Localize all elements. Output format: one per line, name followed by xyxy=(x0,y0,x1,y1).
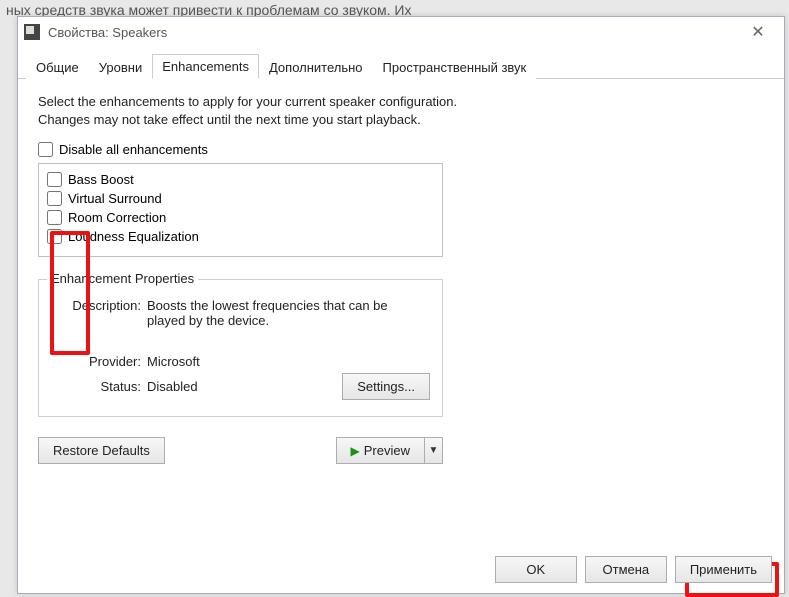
preview-label: Preview xyxy=(364,443,410,458)
tab-general[interactable]: Общие xyxy=(26,55,89,79)
enhancement-label: Loudness Equalization xyxy=(68,229,199,244)
close-button[interactable]: ✕ xyxy=(738,18,778,46)
list-item[interactable]: Room Correction xyxy=(47,208,434,227)
list-item[interactable]: Bass Boost xyxy=(47,170,434,189)
tab-spatial-sound[interactable]: Пространственный звук xyxy=(373,55,537,79)
ok-button[interactable]: OK xyxy=(495,556,577,583)
disable-all-label: Disable all enhancements xyxy=(59,142,208,157)
description-value: Boosts the lowest frequencies that can b… xyxy=(147,298,427,328)
tab-levels[interactable]: Уровни xyxy=(89,55,152,79)
properties-legend: Enhancement Properties xyxy=(47,271,198,286)
description-label: Description: xyxy=(51,298,141,328)
app-icon xyxy=(24,24,40,40)
enhancement-label: Room Correction xyxy=(68,210,166,225)
play-icon: ▶ xyxy=(351,444,360,458)
preview-dropdown[interactable]: ▼ xyxy=(425,437,443,464)
dialog-button-row: OK Отмена Применить xyxy=(495,556,772,583)
tab-advanced[interactable]: Дополнительно xyxy=(259,55,373,79)
enhancement-label: Virtual Surround xyxy=(68,191,162,206)
status-label: Status: xyxy=(51,379,141,394)
bottom-action-row: Restore Defaults ▶ Preview ▼ xyxy=(38,437,443,464)
tab-content: Select the enhancements to apply for you… xyxy=(18,79,784,539)
apply-button[interactable]: Применить xyxy=(675,556,772,583)
preview-button[interactable]: ▶ Preview xyxy=(336,437,425,464)
provider-value: Microsoft xyxy=(147,354,200,369)
provider-label: Provider: xyxy=(51,354,141,369)
enhancements-list: Bass Boost Virtual Surround Room Correct… xyxy=(38,163,443,257)
restore-defaults-button[interactable]: Restore Defaults xyxy=(38,437,165,464)
enhancement-checkbox[interactable] xyxy=(47,191,62,206)
disable-all-row[interactable]: Disable all enhancements xyxy=(38,142,764,157)
enhancement-checkbox[interactable] xyxy=(47,172,62,187)
enhancement-properties-group: Enhancement Properties Description: Boos… xyxy=(38,279,443,417)
close-icon: ✕ xyxy=(751,22,764,42)
enhancement-label: Bass Boost xyxy=(68,172,134,187)
properties-dialog: Свойства: Speakers ✕ Общие Уровни Enhanc… xyxy=(17,16,785,594)
intro-text: Select the enhancements to apply for you… xyxy=(38,93,458,128)
enhancement-checkbox[interactable] xyxy=(47,229,62,244)
list-item[interactable]: Virtual Surround xyxy=(47,189,434,208)
enhancement-checkbox[interactable] xyxy=(47,210,62,225)
tab-enhancements[interactable]: Enhancements xyxy=(152,54,259,79)
tab-strip: Общие Уровни Enhancements Дополнительно … xyxy=(18,47,784,79)
window-title: Свойства: Speakers xyxy=(48,25,738,40)
status-value: Disabled xyxy=(147,379,342,394)
settings-button[interactable]: Settings... xyxy=(342,373,430,400)
disable-all-checkbox[interactable] xyxy=(38,142,53,157)
titlebar: Свойства: Speakers ✕ xyxy=(18,17,784,47)
preview-split-button: ▶ Preview ▼ xyxy=(336,437,443,464)
chevron-down-icon: ▼ xyxy=(429,445,439,456)
list-item[interactable]: Loudness Equalization xyxy=(47,227,434,246)
cancel-button[interactable]: Отмена xyxy=(585,556,667,583)
